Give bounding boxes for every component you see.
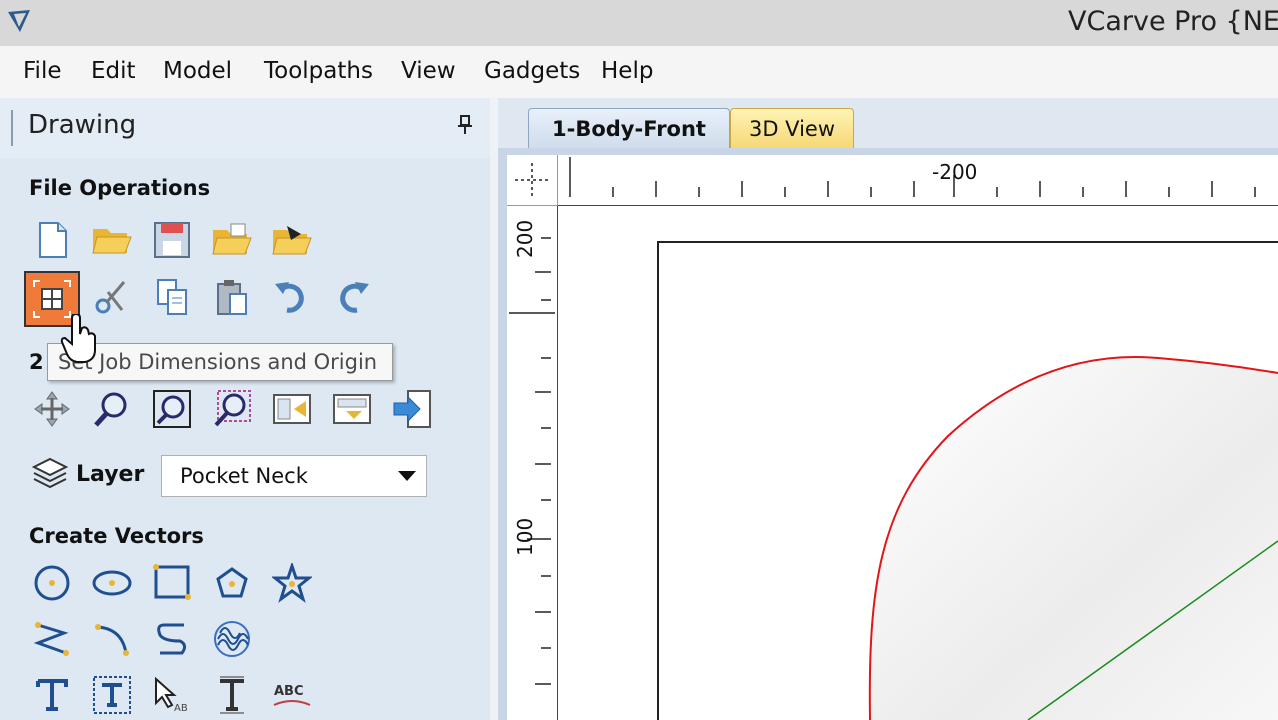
pin-icon[interactable] xyxy=(456,114,474,136)
menu-help[interactable]: Help xyxy=(601,58,653,84)
arc-icon[interactable] xyxy=(90,617,134,661)
open-recent-icon[interactable] xyxy=(210,218,254,262)
rectangle-icon[interactable] xyxy=(150,561,194,605)
ruler-v-label-100: 100 xyxy=(513,517,537,556)
crosshair-icon xyxy=(515,163,549,197)
layer-dropdown[interactable]: Pocket Neck xyxy=(161,455,427,497)
ruler-v-label-200: 200 xyxy=(513,219,537,258)
menu-view[interactable]: View xyxy=(401,58,456,84)
menu-bar: File Edit Model Toolpaths View Gadgets H… xyxy=(0,46,1278,98)
new-file-icon[interactable] xyxy=(30,218,74,262)
redo-icon[interactable] xyxy=(330,275,374,319)
menu-file[interactable]: File xyxy=(23,58,62,84)
chevron-down-icon xyxy=(398,471,416,481)
import-vectors-icon[interactable] xyxy=(390,387,434,431)
ruler-h-label: -200 xyxy=(932,160,978,184)
layers-icon xyxy=(31,457,69,489)
tooltip-text: Set Job Dimensions and Origin xyxy=(58,350,378,374)
window-title: VCarve Pro {NE xyxy=(1068,6,1278,37)
save-icon[interactable] xyxy=(150,218,194,262)
text-arc-icon[interactable]: ABC xyxy=(270,673,314,717)
panel-grip[interactable] xyxy=(11,110,13,146)
polygon-icon[interactable] xyxy=(210,561,254,605)
svg-text:ABC: ABC xyxy=(274,684,304,699)
menu-model[interactable]: Model xyxy=(163,58,232,84)
undo-icon[interactable] xyxy=(270,275,314,319)
section-view-partial: 2 xyxy=(29,350,44,374)
circle-icon[interactable] xyxy=(30,561,74,605)
hand-cursor-icon xyxy=(60,314,96,363)
text-spacing-icon[interactable] xyxy=(210,673,254,717)
zoom-icon[interactable] xyxy=(90,387,134,431)
text-box-icon[interactable] xyxy=(90,673,134,717)
align-icon[interactable] xyxy=(330,387,374,431)
polyline-icon[interactable] xyxy=(30,617,74,661)
curve-icon[interactable] xyxy=(150,617,194,661)
drawing-panel: Drawing File Operations 2 Layer Pocket N… xyxy=(0,98,490,720)
menu-gadgets[interactable]: Gadgets xyxy=(484,58,580,84)
tab-3d-view[interactable]: 3D View xyxy=(730,108,854,149)
menu-toolpaths[interactable]: Toolpaths xyxy=(264,58,373,84)
ruler-origin-corner[interactable] xyxy=(507,155,558,206)
cut-icon[interactable] xyxy=(90,275,134,319)
spiral-icon[interactable] xyxy=(210,617,254,661)
ellipse-icon[interactable] xyxy=(90,561,134,605)
section-create-vectors: Create Vectors xyxy=(29,524,204,548)
copy-icon[interactable] xyxy=(150,275,194,319)
panel-title: Drawing xyxy=(28,110,137,140)
drawing-canvas[interactable] xyxy=(558,206,1278,720)
title-bar: VCarve Pro {NE xyxy=(0,0,1278,46)
text-select-icon[interactable]: AB xyxy=(150,673,194,717)
zoom-all-icon[interactable] xyxy=(150,387,194,431)
zoom-selection-icon[interactable] xyxy=(210,387,254,431)
section-file-operations: File Operations xyxy=(29,176,211,200)
open-folder-icon[interactable] xyxy=(90,218,134,262)
svg-text:AB: AB xyxy=(174,703,188,714)
view-toggle-icon[interactable] xyxy=(270,387,314,431)
horizontal-ruler[interactable] xyxy=(558,155,1278,206)
panel-splitter[interactable] xyxy=(490,98,498,720)
panel-header: Drawing xyxy=(0,98,490,158)
star-icon[interactable] xyxy=(270,561,314,605)
view-tabs: 1-Body-Front 3D View xyxy=(498,98,1278,149)
import-icon[interactable] xyxy=(270,218,314,262)
layer-label: Layer xyxy=(76,462,145,487)
vertical-ruler[interactable] xyxy=(507,206,558,720)
paste-icon[interactable] xyxy=(210,275,254,319)
text-icon[interactable] xyxy=(30,673,74,717)
vcarve-logo-icon xyxy=(8,10,30,32)
layer-dropdown-value: Pocket Neck xyxy=(180,464,308,488)
tab-1-body-front[interactable]: 1-Body-Front xyxy=(528,108,730,149)
menu-edit[interactable]: Edit xyxy=(91,58,136,84)
pan-icon[interactable] xyxy=(30,387,74,431)
